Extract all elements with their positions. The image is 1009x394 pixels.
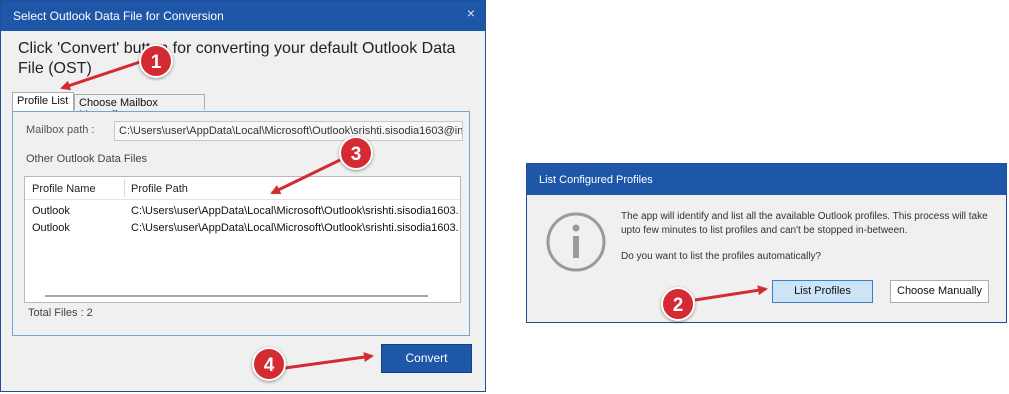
step-marker-1: 1	[139, 44, 173, 78]
annotation-arrow	[284, 352, 374, 370]
annotation-arrow	[60, 60, 141, 91]
annotation-arrow	[270, 158, 341, 195]
step-marker-2: 2	[661, 287, 695, 321]
step-marker-3: 3	[339, 136, 373, 170]
step-marker-4: 4	[252, 347, 286, 381]
annotation-arrow	[694, 285, 768, 302]
tab-profile-list[interactable]: Profile List	[12, 92, 74, 111]
